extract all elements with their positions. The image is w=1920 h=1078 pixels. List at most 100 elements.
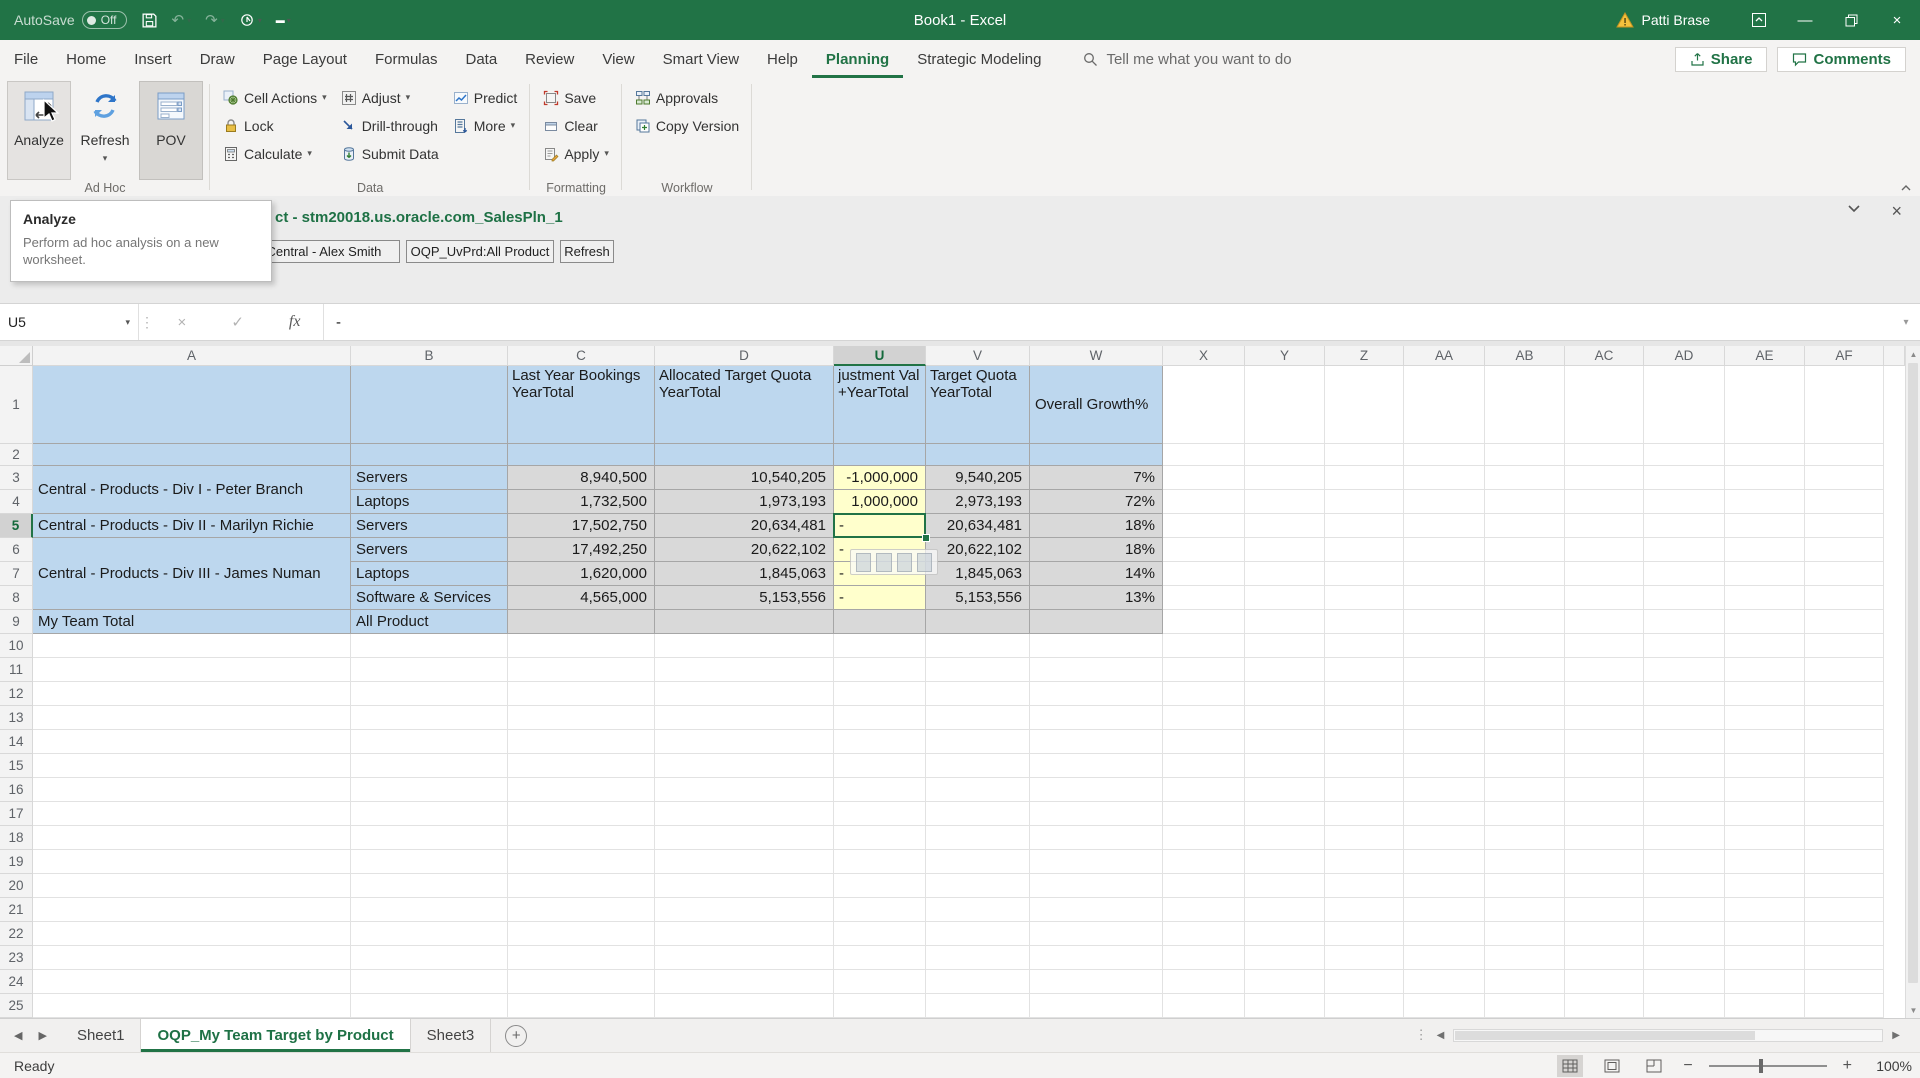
cell-A12[interactable] — [33, 682, 351, 706]
cell-AA20[interactable] — [1404, 874, 1485, 898]
cell-AE16[interactable] — [1725, 778, 1805, 802]
row-header-1[interactable]: 1 — [0, 366, 33, 444]
row-header-17[interactable]: 17 — [0, 802, 33, 826]
cell-AE3[interactable] — [1725, 466, 1805, 490]
cell-U20[interactable] — [834, 874, 926, 898]
cell-U12[interactable] — [834, 682, 926, 706]
cell-X5[interactable] — [1163, 514, 1245, 538]
cell-AC1[interactable] — [1565, 366, 1644, 444]
cell-AA21[interactable] — [1404, 898, 1485, 922]
sheet-tab-sheet3[interactable]: Sheet3 — [411, 1019, 492, 1052]
adjust-button[interactable]: Adjust▾ — [336, 84, 444, 111]
column-header-AA[interactable]: AA — [1404, 346, 1485, 366]
cell-X19[interactable] — [1163, 850, 1245, 874]
row-header-10[interactable]: 10 — [0, 634, 33, 658]
cell-U23[interactable] — [834, 946, 926, 970]
cell-Y20[interactable] — [1245, 874, 1325, 898]
minimize-button[interactable]: — — [1782, 0, 1828, 40]
cell-AF25[interactable] — [1805, 994, 1884, 1018]
cell-AA9[interactable] — [1404, 610, 1485, 634]
cell-D19[interactable] — [655, 850, 834, 874]
scroll-left-icon[interactable]: ◀ — [1432, 1030, 1450, 1041]
cell-AF6[interactable] — [1805, 538, 1884, 562]
cell-B14[interactable] — [351, 730, 508, 754]
row-header-9[interactable]: 9 — [0, 610, 33, 634]
cell-C7[interactable]: 1,620,000 — [508, 562, 655, 586]
cell-AE23[interactable] — [1725, 946, 1805, 970]
cell-AF21[interactable] — [1805, 898, 1884, 922]
cell-Y5[interactable] — [1245, 514, 1325, 538]
cell-Z9[interactable] — [1325, 610, 1404, 634]
cell-B4[interactable]: Laptops — [351, 490, 508, 514]
cell-B9[interactable]: All Product — [351, 610, 508, 634]
comments-button[interactable]: Comments — [1777, 47, 1906, 72]
cell-AB1[interactable] — [1485, 366, 1565, 444]
cell-D17[interactable] — [655, 802, 834, 826]
cell-X12[interactable] — [1163, 682, 1245, 706]
cell-AC13[interactable] — [1565, 706, 1644, 730]
cell-Z15[interactable] — [1325, 754, 1404, 778]
cell-AC19[interactable] — [1565, 850, 1644, 874]
cell-C14[interactable] — [508, 730, 655, 754]
cell-B7[interactable]: Laptops — [351, 562, 508, 586]
cell-Y17[interactable] — [1245, 802, 1325, 826]
cell-A14[interactable] — [33, 730, 351, 754]
cell-V4[interactable]: 2,973,193 — [926, 490, 1030, 514]
cell-AC22[interactable] — [1565, 922, 1644, 946]
cell-AD5[interactable] — [1644, 514, 1725, 538]
cell-W9[interactable] — [1030, 610, 1163, 634]
cell-D8[interactable]: 5,153,556 — [655, 586, 834, 610]
cell-A20[interactable] — [33, 874, 351, 898]
cell-AF5[interactable] — [1805, 514, 1884, 538]
cell-C10[interactable] — [508, 634, 655, 658]
cell-AE15[interactable] — [1725, 754, 1805, 778]
cell-AB12[interactable] — [1485, 682, 1565, 706]
tab-strategic-modeling[interactable]: Strategic Modeling — [903, 40, 1055, 78]
cell-B24[interactable] — [351, 970, 508, 994]
cell-A22[interactable] — [33, 922, 351, 946]
cell-Z20[interactable] — [1325, 874, 1404, 898]
cell-U25[interactable] — [834, 994, 926, 1018]
cell-AF2[interactable] — [1805, 444, 1884, 466]
cell-W22[interactable] — [1030, 922, 1163, 946]
cell-X21[interactable] — [1163, 898, 1245, 922]
cell-AC11[interactable] — [1565, 658, 1644, 682]
row-header-12[interactable]: 12 — [0, 682, 33, 706]
cell-AB19[interactable] — [1485, 850, 1565, 874]
cell-D4[interactable]: 1,973,193 — [655, 490, 834, 514]
row-header-24[interactable]: 24 — [0, 970, 33, 994]
cell-W14[interactable] — [1030, 730, 1163, 754]
cell-AC10[interactable] — [1565, 634, 1644, 658]
cell-D23[interactable] — [655, 946, 834, 970]
cell-AE4[interactable] — [1725, 490, 1805, 514]
cell-AF4[interactable] — [1805, 490, 1884, 514]
cell-V5[interactable]: 20,634,481 — [926, 514, 1030, 538]
row-header-21[interactable]: 21 — [0, 898, 33, 922]
cell-V3[interactable]: 9,540,205 — [926, 466, 1030, 490]
cell-AE13[interactable] — [1725, 706, 1805, 730]
cell-B17[interactable] — [351, 802, 508, 826]
cell-Y13[interactable] — [1245, 706, 1325, 730]
cell-AB15[interactable] — [1485, 754, 1565, 778]
ribbon-display-options-icon[interactable] — [1736, 0, 1782, 40]
cell-AE8[interactable] — [1725, 586, 1805, 610]
cell-AF16[interactable] — [1805, 778, 1884, 802]
cell-V22[interactable] — [926, 922, 1030, 946]
cell-AF9[interactable] — [1805, 610, 1884, 634]
cell-AE10[interactable] — [1725, 634, 1805, 658]
tab-draw[interactable]: Draw — [186, 40, 249, 78]
cell-A9[interactable]: My Team Total — [33, 610, 351, 634]
cell-AD6[interactable] — [1644, 538, 1725, 562]
cell-C24[interactable] — [508, 970, 655, 994]
sheet-tab-oqp-my-team-target[interactable]: OQP_My Team Target by Product — [141, 1019, 410, 1052]
cell-AA4[interactable] — [1404, 490, 1485, 514]
cell-D13[interactable] — [655, 706, 834, 730]
cell-V15[interactable] — [926, 754, 1030, 778]
cell-AD7[interactable] — [1644, 562, 1725, 586]
cell-W24[interactable] — [1030, 970, 1163, 994]
cell-U22[interactable] — [834, 922, 926, 946]
cell-AD18[interactable] — [1644, 826, 1725, 850]
cell-X9[interactable] — [1163, 610, 1245, 634]
cell-V14[interactable] — [926, 730, 1030, 754]
cell-Z25[interactable] — [1325, 994, 1404, 1018]
